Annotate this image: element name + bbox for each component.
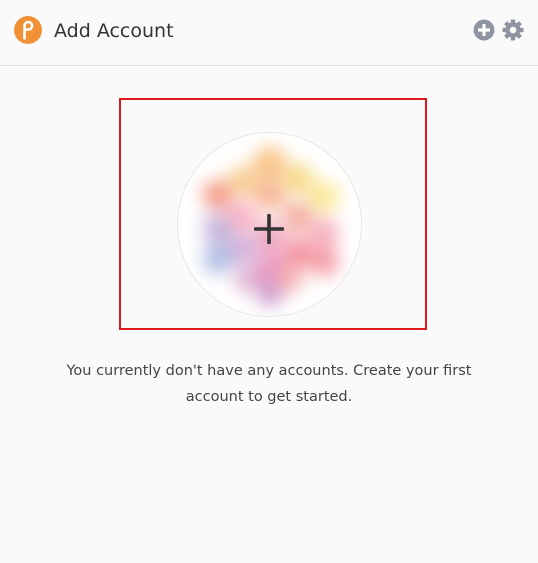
plus-circle-icon[interactable] (473, 19, 495, 41)
page-title: Add Account (54, 20, 174, 42)
gear-icon[interactable] (502, 19, 524, 41)
polkadot-logo-icon (14, 16, 42, 44)
empty-state-message: You currently don't have any accounts. C… (66, 363, 472, 405)
header-bar: Add Account (0, 0, 538, 66)
plus-icon (254, 214, 284, 244)
